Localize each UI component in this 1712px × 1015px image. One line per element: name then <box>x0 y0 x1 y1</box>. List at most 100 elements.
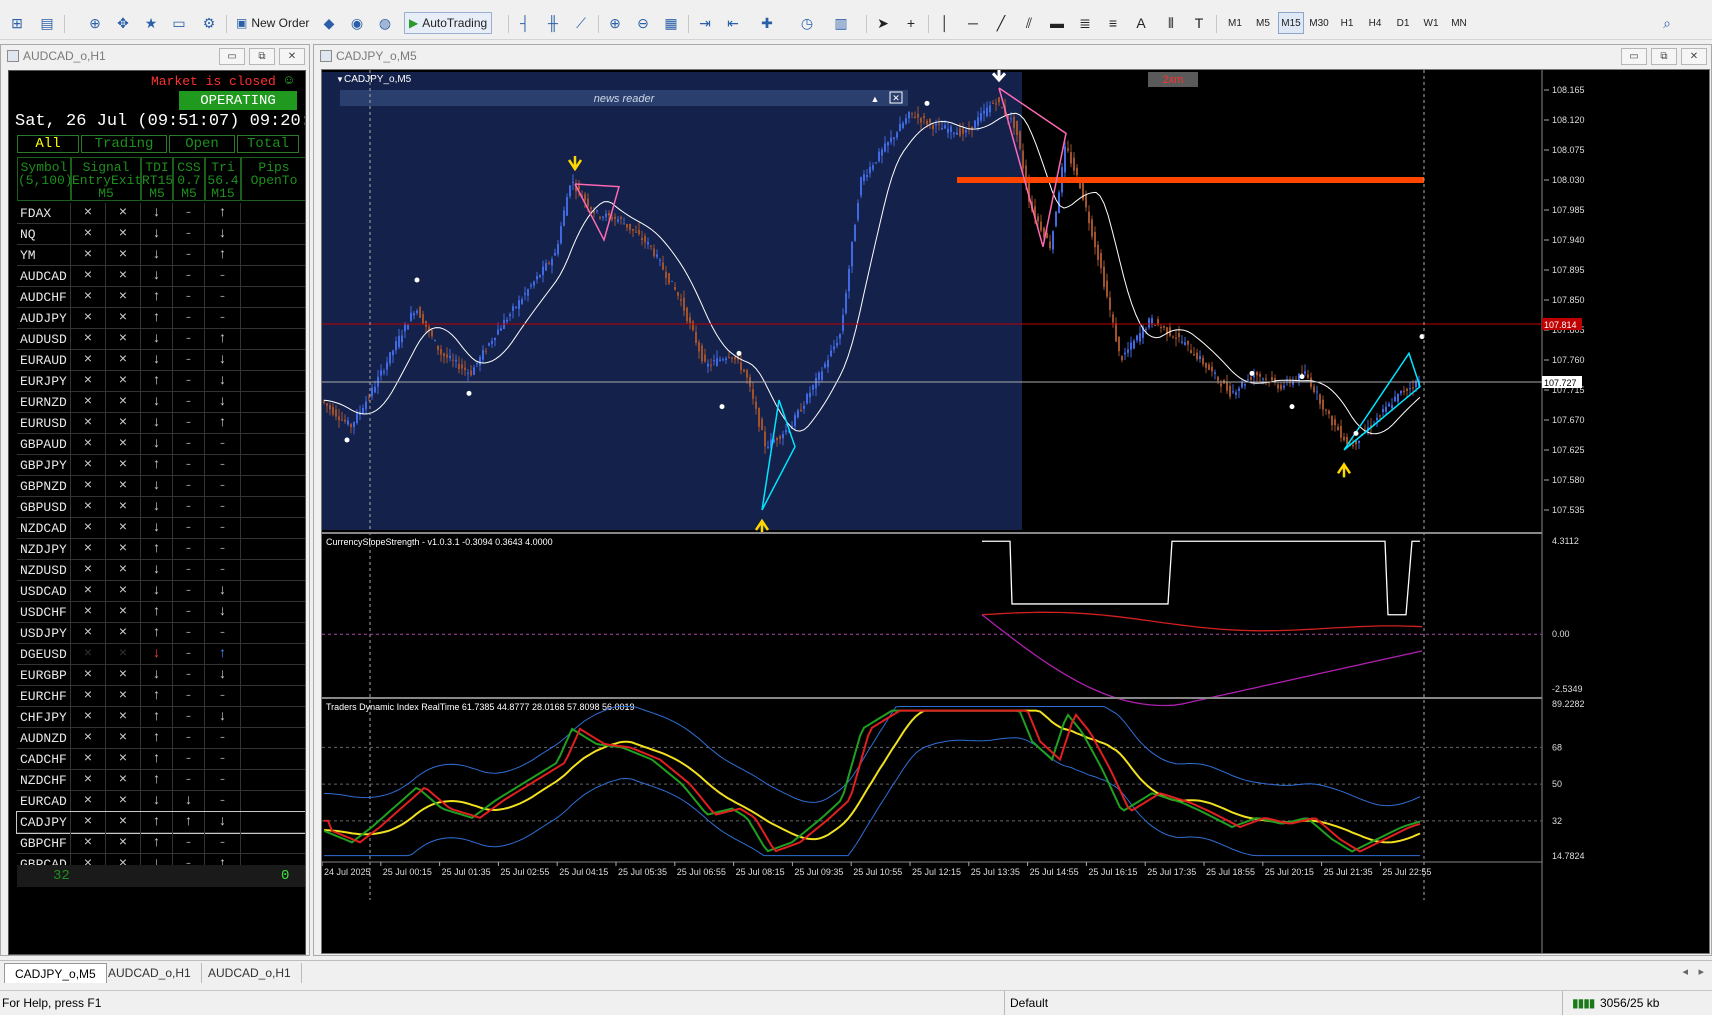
symbol-row[interactable]: EURCHF × × ↑ - - <box>17 686 305 707</box>
symbol-row[interactable]: AUDCAD × × ↓ - - <box>17 266 305 287</box>
minimize-button[interactable]: ▭ <box>219 48 245 65</box>
tf-mn[interactable]: MN <box>1446 12 1472 34</box>
metaeditor-icon[interactable]: ◆ <box>318 12 340 34</box>
filter-tab-open[interactable]: Open <box>169 135 235 153</box>
column-header[interactable]: Symbol (5,100) <box>17 157 71 201</box>
minimize-button[interactable]: ▭ <box>1621 48 1647 65</box>
new-chart-icon[interactable]: ⊞ <box>6 12 28 34</box>
tf-m1[interactable]: M1 <box>1222 12 1248 34</box>
horizontal-line-icon[interactable]: ─ <box>962 12 984 34</box>
chart-shift-icon[interactable]: ⇥ <box>694 12 716 34</box>
tf-m15[interactable]: M15 <box>1278 12 1304 34</box>
tab-audcad-h1[interactable]: AUDCAD_o,H1 <box>98 963 202 983</box>
filter-tab-trading[interactable]: Trading <box>81 135 167 153</box>
symbol-row[interactable]: YM × × ↓ - ↑ <box>17 245 305 266</box>
symbol-row[interactable]: NZDCHF × × ↑ - - <box>17 770 305 791</box>
left-window-titlebar[interactable]: AUDCAD_o,H1 ▭ ⧉ ✕ <box>1 45 309 67</box>
symbol-row[interactable]: CADJPY × × ↑ ↑ ↓ <box>16 811 305 834</box>
symbol-row[interactable]: AUDNZD × × ↑ - - <box>17 728 305 749</box>
symbol-row[interactable]: CADCHF × × ↑ - - <box>17 749 305 770</box>
symbol-row[interactable]: NZDUSD × × ↓ - - <box>17 560 305 581</box>
column-header[interactable]: Tri 56.4 M15 <box>205 157 241 201</box>
text-tool-icon[interactable]: A <box>1130 12 1152 34</box>
candlestick-icon[interactable]: ╫ <box>542 12 564 34</box>
column-header[interactable]: Pips OpenTo <box>241 157 305 201</box>
symbol-row[interactable]: GBPNZD × × ↓ - - <box>17 476 305 497</box>
symbol-row[interactable]: EURNZD × × ↓ - ↓ <box>17 392 305 413</box>
trendline-icon[interactable]: ╱ <box>990 12 1012 34</box>
terminal-icon[interactable]: ▭ <box>168 12 190 34</box>
column-header[interactable]: Signal EntryExit M5 <box>71 157 141 201</box>
zoom-in-icon[interactable]: ⊕ <box>604 12 626 34</box>
search-icon[interactable]: ⌕ <box>1656 12 1678 34</box>
vertical-line-icon[interactable]: │ <box>934 12 956 34</box>
tf-h1[interactable]: H1 <box>1334 12 1360 34</box>
close-button[interactable]: ✕ <box>1681 48 1707 65</box>
symbol-row[interactable]: USDJPY × × ↑ - - <box>17 623 305 644</box>
periods-icon[interactable]: ◷ <box>796 12 818 34</box>
new-order-button[interactable]: ▣ New Order <box>232 12 313 34</box>
channel-icon[interactable]: ⫽ <box>1018 12 1040 34</box>
symbol-row[interactable]: AUDCHF × × ↑ - - <box>17 287 305 308</box>
symbol-row[interactable]: NQ × × ↓ - ↓ <box>17 224 305 245</box>
maximize-button[interactable]: ⧉ <box>249 48 275 65</box>
tab-cadjpy-m5[interactable]: CADJPY_o,M5 <box>4 963 107 983</box>
filter-tab-total[interactable]: Total <box>237 135 299 153</box>
symbol-row[interactable]: NZDCAD × × ↓ - - <box>17 518 305 539</box>
bar-chart-icon[interactable]: ┤ <box>514 12 536 34</box>
gann-icon[interactable]: ≡ <box>1102 12 1124 34</box>
indicators-icon[interactable]: ✚ <box>756 12 778 34</box>
symbol-row[interactable]: CHFJPY × × ↑ - ↓ <box>17 707 305 728</box>
zoom-out-icon[interactable]: ⊖ <box>632 12 654 34</box>
autoscroll-icon[interactable]: ⇤ <box>722 12 744 34</box>
tf-d1[interactable]: D1 <box>1390 12 1416 34</box>
symbol-row[interactable]: EURAUD × × ↓ - ↓ <box>17 350 305 371</box>
symbol-row[interactable]: DGEUSD × × ↓ - ↑ <box>17 644 305 665</box>
column-header[interactable]: CSS 0.7 M5 <box>173 157 205 201</box>
tf-m5[interactable]: M5 <box>1250 12 1276 34</box>
price-chart[interactable]: 108.165 108.120 108.075 108.030 107.985 107.9… <box>322 70 1710 954</box>
symbol-row[interactable]: GBPUSD × × ↓ - - <box>17 497 305 518</box>
tile-windows-icon[interactable]: ▦ <box>660 12 682 34</box>
symbol-row[interactable]: EURCAD × × ↓ ↓ - <box>17 791 305 812</box>
market-watch-icon[interactable]: ⊕ <box>84 12 106 34</box>
symbol-row[interactable]: AUDJPY × × ↑ - - <box>17 308 305 329</box>
close-button[interactable]: ✕ <box>279 48 305 65</box>
cursor-icon[interactable]: ➤ <box>872 12 894 34</box>
symbol-row[interactable]: GBPJPY × × ↑ - - <box>17 455 305 476</box>
chart-area[interactable]: 108.165 108.120 108.075 108.030 107.985 107.9… <box>321 69 1710 954</box>
tf-h4[interactable]: H4 <box>1362 12 1388 34</box>
signals-icon[interactable]: ◉ <box>346 12 368 34</box>
symbol-row[interactable]: USDCHF × × ↑ - ↓ <box>17 602 305 623</box>
symbol-row[interactable]: EURGBP × × ↓ - ↓ <box>17 665 305 686</box>
tab-audcad-h1-2[interactable]: AUDCAD_o,H1 <box>198 963 302 983</box>
line-chart-icon[interactable]: ⟋ <box>570 12 592 34</box>
navigator-icon[interactable]: ★ <box>140 12 162 34</box>
symbol-row[interactable]: GBPAUD × × ↓ - - <box>17 434 305 455</box>
symbol-row[interactable]: EURJPY × × ↑ - ↓ <box>17 371 305 392</box>
crosshair-icon[interactable]: ✥ <box>112 12 134 34</box>
scroll-right-icon[interactable]: ▸ <box>1698 965 1704 978</box>
column-header[interactable]: TDI RT15 M5 <box>141 157 173 201</box>
maximize-button[interactable]: ⧉ <box>1651 48 1677 65</box>
templates-icon[interactable]: ▥ <box>830 12 852 34</box>
rectangle-icon[interactable]: ▬ <box>1046 12 1068 34</box>
symbol-row[interactable]: FDAX × × ↓ - ↑ <box>17 203 305 224</box>
tf-m30[interactable]: M30 <box>1306 12 1332 34</box>
tester-icon[interactable]: ⚙ <box>198 12 220 34</box>
filter-tab-all[interactable]: All <box>17 135 79 153</box>
symbol-row[interactable]: NZDJPY × × ↑ - - <box>17 539 305 560</box>
crosshair-tool-icon[interactable]: + <box>900 12 922 34</box>
label-tool-icon[interactable]: T <box>1188 12 1210 34</box>
autotrading-button[interactable]: ▶ AutoTrading <box>404 12 493 34</box>
symbol-row[interactable]: EURUSD × × ↓ - ↑ <box>17 413 305 434</box>
arrows-tool-icon[interactable]: ⦀ <box>1160 12 1182 34</box>
tf-w1[interactable]: W1 <box>1418 12 1444 34</box>
scroll-left-icon[interactable]: ◂ <box>1682 965 1688 978</box>
chart-window-titlebar[interactable]: CADJPY_o,M5 ▭ ⧉ ✕ <box>314 45 1711 67</box>
symbol-row[interactable]: AUDUSD × × ↓ - ↑ <box>17 329 305 350</box>
symbol-row[interactable]: USDCAD × × ↓ - ↓ <box>17 581 305 602</box>
vps-icon[interactable]: ◍ <box>374 12 396 34</box>
symbol-row[interactable]: GBPCHF × × ↑ - - <box>17 833 305 854</box>
profiles-icon[interactable]: ▤ <box>36 12 58 34</box>
